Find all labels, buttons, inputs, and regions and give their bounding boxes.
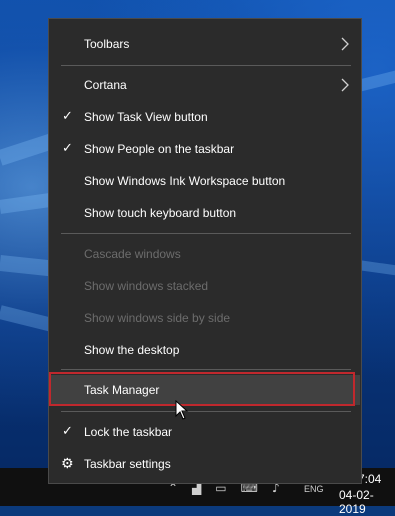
language-indicator[interactable]: ENG: [304, 484, 324, 494]
menu-item-label: Show Windows Ink Workspace button: [84, 174, 286, 188]
menu-item-label: Show touch keyboard button: [84, 206, 237, 220]
menu-item-show-touch-keyboard[interactable]: Show touch keyboard button: [50, 198, 360, 228]
menu-item-show-ink-workspace[interactable]: Show Windows Ink Workspace button: [50, 166, 360, 196]
chevron-right-icon: [341, 37, 349, 51]
menu-item-taskbar-settings[interactable]: ⚙ Taskbar settings: [50, 449, 360, 479]
clock-date[interactable]: 04-02-2019: [339, 488, 395, 516]
menu-separator: [61, 233, 351, 234]
menu-item-cascade-windows: Cascade windows: [50, 239, 360, 269]
wallpaper-light-ray: [357, 260, 395, 276]
wallpaper-light-ray: [356, 70, 395, 92]
menu-item-toolbars[interactable]: Toolbars: [50, 29, 360, 59]
menu-item-windows-stacked: Show windows stacked: [50, 271, 360, 301]
menu-separator: [61, 411, 351, 412]
taskbar-context-menu: Toolbars Cortana ✓ Show Task View button…: [48, 18, 362, 484]
menu-item-label: Show Task View button: [84, 110, 208, 124]
menu-item-label: Show People on the taskbar: [84, 142, 235, 156]
menu-item-lock-taskbar[interactable]: ✓ Lock the taskbar: [50, 417, 360, 447]
menu-separator: [61, 369, 351, 370]
menu-item-label: Show the desktop: [84, 343, 180, 357]
gear-icon: ⚙: [61, 456, 74, 472]
menu-item-label: Cascade windows: [84, 247, 181, 261]
menu-item-label: Toolbars: [84, 37, 130, 51]
menu-item-label: Show windows stacked: [84, 279, 209, 293]
menu-item-show-people[interactable]: ✓ Show People on the taskbar: [50, 134, 360, 164]
menu-item-windows-side-by-side: Show windows side by side: [50, 303, 360, 333]
menu-item-label: Taskbar settings: [84, 457, 171, 471]
menu-separator: [61, 65, 351, 66]
chevron-right-icon: [341, 78, 349, 92]
checkmark-icon: ✓: [62, 141, 73, 156]
menu-item-label: Show windows side by side: [84, 311, 231, 325]
menu-item-show-desktop[interactable]: Show the desktop: [50, 335, 360, 365]
checkmark-icon: ✓: [62, 424, 73, 439]
menu-item-label: Task Manager: [84, 383, 160, 397]
checkmark-icon: ✓: [62, 109, 73, 124]
menu-item-label: Lock the taskbar: [84, 425, 173, 439]
mouse-pointer-icon: [175, 400, 189, 420]
menu-item-cortana[interactable]: Cortana: [50, 70, 360, 100]
menu-item-show-task-view[interactable]: ✓ Show Task View button: [50, 102, 360, 132]
menu-item-label: Cortana: [84, 78, 127, 92]
menu-item-task-manager[interactable]: Task Manager: [50, 375, 360, 405]
